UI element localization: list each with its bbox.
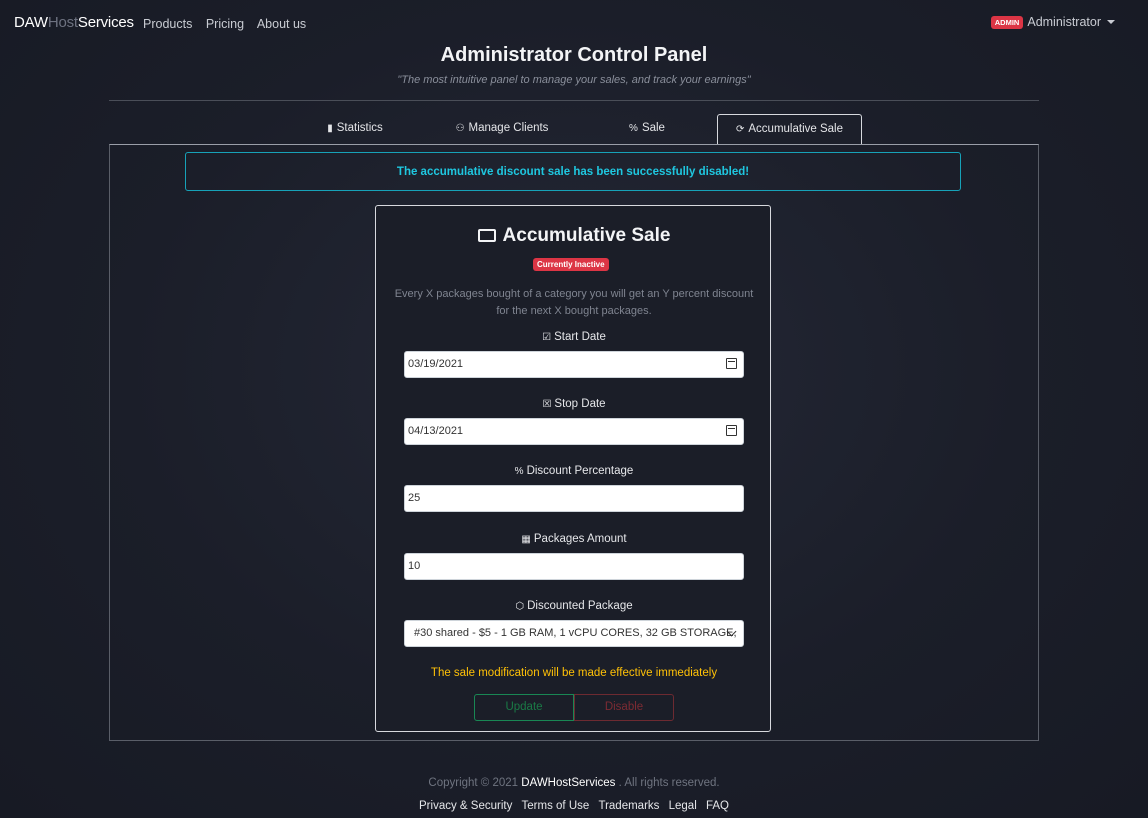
page-title: Administrator Control Panel [440, 44, 708, 66]
package-label-text: Discounted Package [527, 600, 633, 612]
users-icon: ⚇ [455, 123, 465, 134]
success-alert: The accumulative discount sale has been … [185, 152, 961, 191]
admin-badge: ADMIN [990, 15, 1024, 29]
status-badge: Currently Inactive [533, 258, 609, 271]
description-line-1: Every X packages bought of a category yo… [394, 288, 754, 300]
start-date-label-text: Start Date [554, 331, 606, 343]
chevron-down-icon [1107, 20, 1115, 24]
footer-copyright: Copyright © 2021 DAWHostServices . All r… [0, 777, 1148, 789]
packages-label: ▦ Packages Amount [376, 533, 772, 545]
tab-statistics[interactable]: ▮ Statistics [320, 114, 390, 143]
divider [109, 100, 1039, 101]
brand-logo[interactable]: DAWHostServices [14, 14, 134, 31]
footer-link-faq[interactable]: FAQ [706, 800, 729, 812]
description: Every X packages bought of a category yo… [376, 286, 772, 320]
wallet-icon [477, 229, 496, 242]
navbar: DAWHostServices Products Pricing About u… [0, 0, 1148, 46]
calendar-x-icon: ☒ [542, 399, 552, 410]
footer-link-trademarks[interactable]: Trademarks [598, 800, 659, 812]
start-date-input[interactable]: 03/19/2021 [404, 351, 744, 378]
start-date-value: 03/19/2021 [408, 358, 464, 370]
footer-link-terms[interactable]: Terms of Use [522, 800, 590, 812]
footer-links: Privacy & Security Terms of Use Trademar… [0, 800, 1148, 812]
stop-date-input[interactable]: 04/13/2021 [404, 418, 744, 445]
tab-sale[interactable]: % Sale [622, 114, 672, 143]
tab-manage-clients[interactable]: ⚇ Manage Clients [450, 114, 554, 143]
brand-part-3: Services [77, 14, 134, 31]
calculator-icon: ▦ [521, 534, 531, 545]
tab-label: Statistics [336, 122, 383, 134]
discount-label-text: Discount Percentage [526, 465, 634, 477]
calendar-icon[interactable] [726, 425, 737, 436]
tab-accumulative-sale[interactable]: ⟳ Accumulative Sale [717, 114, 862, 145]
footer-link-legal[interactable]: Legal [669, 800, 697, 812]
nav-link-products[interactable]: Products [143, 17, 192, 31]
tab-label: Sale [641, 122, 665, 134]
card-title: Accumulative Sale [502, 225, 671, 246]
nav-links: Products Pricing About us [143, 17, 316, 31]
update-button[interactable]: Update [474, 694, 574, 721]
accumulative-sale-card: Accumulative Sale Currently Inactive Eve… [375, 205, 771, 732]
percent-icon: % [629, 123, 638, 134]
page-subtitle: "The most intuitive panel to manage your… [397, 74, 751, 86]
nav-link-about[interactable]: About us [257, 17, 306, 31]
copyright-suffix: . All rights reserved. [618, 777, 720, 789]
calendar-check-icon: ☑ [542, 332, 552, 343]
tab-label: Accumulative Sale [748, 123, 843, 135]
discount-value: 25 [408, 492, 421, 504]
notice-text: The sale modification will be made effec… [430, 667, 718, 679]
discounted-package-select[interactable]: #30 shared - $5 - 1 GB RAM, 1 vCPU CORES… [404, 620, 744, 647]
bar-chart-icon: ▮ [327, 123, 333, 134]
nav-link-pricing[interactable]: Pricing [206, 17, 244, 31]
disable-button[interactable]: Disable [574, 694, 674, 721]
footer-brand[interactable]: DAWHostServices [521, 777, 615, 789]
stop-date-label: ☒ Stop Date [376, 398, 772, 410]
packages-value: 10 [408, 560, 421, 572]
tab-label: Manage Clients [468, 122, 549, 134]
packages-amount-input[interactable]: 10 [404, 553, 744, 580]
percent-icon: % [514, 466, 524, 477]
card-title-row: Accumulative Sale [376, 225, 772, 247]
packages-label-text: Packages Amount [533, 533, 627, 545]
brand-part-2: Host [47, 14, 78, 31]
stop-date-label-text: Stop Date [554, 398, 606, 410]
package-value: #30 shared - $5 - 1 GB RAM, 1 vCPU CORES… [414, 627, 737, 639]
calendar-icon[interactable] [726, 358, 737, 369]
user-name: Administrator [1027, 15, 1101, 29]
stop-date-value: 04/13/2021 [408, 425, 464, 437]
start-date-label: ☑ Start Date [376, 331, 772, 343]
user-menu[interactable]: ADMIN Administrator [990, 15, 1115, 29]
discount-label: % Discount Percentage [376, 465, 772, 477]
copyright-prefix: Copyright © 2021 [428, 777, 519, 789]
footer-link-privacy[interactable]: Privacy & Security [419, 800, 512, 812]
refresh-icon: ⟳ [736, 124, 745, 135]
description-line-2: for the next X bought packages. [496, 305, 652, 317]
package-label: ⬡ Discounted Package [376, 600, 772, 612]
brand-part-1: DAW [14, 14, 48, 31]
discount-percentage-input[interactable]: 25 [404, 485, 744, 512]
box-icon: ⬡ [515, 601, 525, 612]
